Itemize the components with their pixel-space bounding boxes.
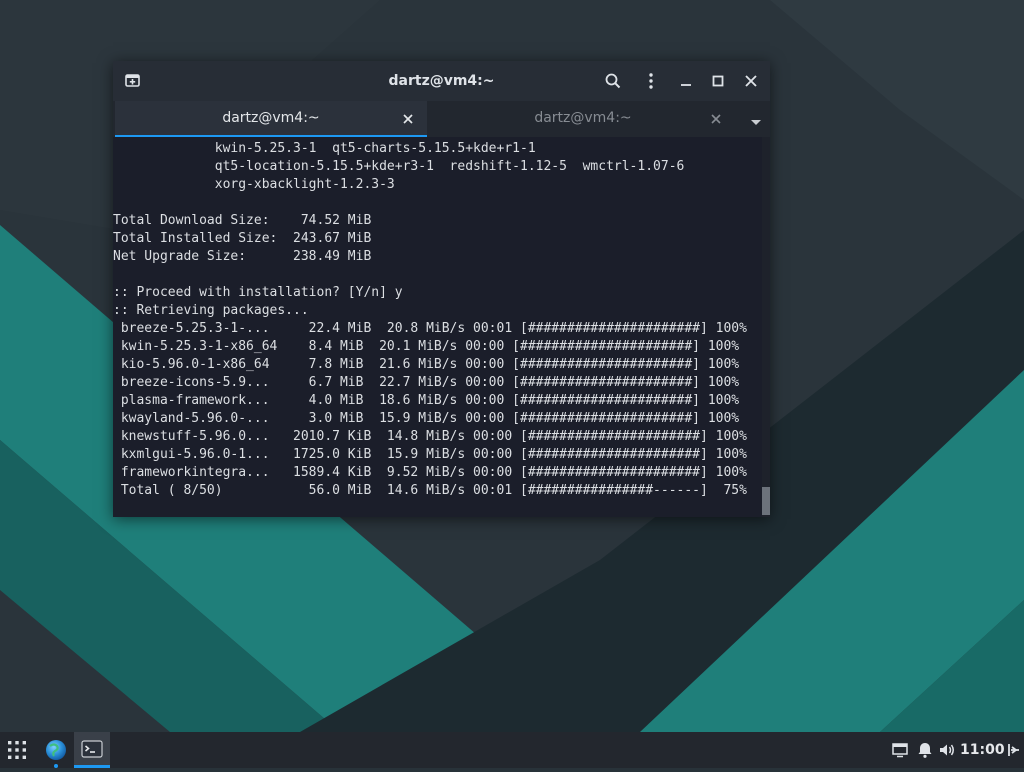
running-indicator <box>54 764 58 768</box>
tab-terminal-2[interactable]: dartz@vm4:~ <box>427 101 739 137</box>
terminal-line: kxmlgui-5.96.0-1... 1725.0 KiB 15.9 MiB/… <box>113 447 747 462</box>
terminal-line: Total ( 8/50) 56.0 MiB 14.6 MiB/s 00:01 … <box>113 483 747 498</box>
terminal-line: qt5-location-5.15.5+kde+r3-1 redshift-1.… <box>113 159 685 174</box>
terminal-line: Net Upgrade Size: 238.49 MiB <box>113 249 372 264</box>
tab-close-icon[interactable] <box>709 111 723 125</box>
terminal-line: frameworkintegra... 1589.4 KiB 9.52 MiB/… <box>113 465 747 480</box>
terminal-line: knewstuff-5.96.0... 2010.7 KiB 14.8 MiB/… <box>113 429 747 444</box>
terminal-line: breeze-5.25.3-1-... 22.4 MiB 20.8 MiB/s … <box>113 321 747 336</box>
volume-icon[interactable] <box>937 740 957 760</box>
app-launcher-button[interactable] <box>0 732 36 768</box>
minimize-icon[interactable] <box>674 69 698 93</box>
taskbar <box>0 732 1024 768</box>
terminal-line: kwin-5.25.3-1-x86_64 8.4 MiB 20.1 MiB/s … <box>113 339 740 354</box>
maximize-icon[interactable] <box>706 69 730 93</box>
terminal-output[interactable]: kwin-5.25.3-1 qt5-charts-5.15.5+kde+r1-1… <box>113 137 761 517</box>
network-icon[interactable] <box>890 740 910 760</box>
close-icon[interactable] <box>739 69 763 93</box>
terminal-task[interactable] <box>74 732 110 768</box>
power-icon[interactable] <box>1003 740 1023 760</box>
tab-label: dartz@vm4:~ <box>534 110 632 126</box>
search-icon[interactable] <box>601 69 625 93</box>
terminal-line: kwin-5.25.3-1 qt5-charts-5.15.5+kde+r1-1 <box>113 141 536 156</box>
tab-list-dropdown-icon[interactable] <box>749 113 763 125</box>
tab-close-icon[interactable] <box>401 111 415 125</box>
terminal-line: xorg-xbacklight-1.2.3-3 <box>113 177 395 192</box>
terminal-line: breeze-icons-5.9... 6.7 MiB 22.7 MiB/s 0… <box>113 375 740 390</box>
terminal-text: kwin-5.25.3-1 qt5-charts-5.15.5+kde+r1-1… <box>113 137 761 500</box>
tab-bar: dartz@vm4:~ dartz@vm4:~ <box>113 101 770 137</box>
app-grid-icon <box>8 741 26 759</box>
globe-icon <box>46 740 66 760</box>
terminal-line: kwayland-5.96.0-... 3.0 MiB 15.9 MiB/s 0… <box>113 411 740 426</box>
scrollbar-thumb[interactable] <box>762 487 770 515</box>
scrollbar-track[interactable] <box>762 137 770 517</box>
terminal-icon <box>81 740 103 758</box>
menu-kebab-icon[interactable] <box>639 69 663 93</box>
terminal-line: :: Proceed with installation? [Y/n] y <box>113 285 403 300</box>
tab-terminal-1[interactable]: dartz@vm4:~ <box>115 101 427 137</box>
title-bar[interactable]: dartz@vm4:~ <box>113 61 770 101</box>
tab-label: dartz@vm4:~ <box>222 110 320 126</box>
terminal-line: :: Retrieving packages... <box>113 303 309 318</box>
terminal-line: plasma-framework... 4.0 MiB 18.6 MiB/s 0… <box>113 393 740 408</box>
terminal-line: Total Download Size: 74.52 MiB <box>113 213 372 228</box>
terminal-line: Total Installed Size: 243.67 MiB <box>113 231 372 246</box>
window-title: dartz@vm4:~ <box>388 73 495 89</box>
notifications-icon[interactable] <box>915 740 935 760</box>
terminal-window[interactable]: dartz@vm4:~ dartz@vm4:~ dartz@vm4:~ kwin… <box>113 61 770 517</box>
terminal-line: kio-5.96.0-1-x86_64 7.8 MiB 21.6 MiB/s 0… <box>113 357 740 372</box>
web-browser-task[interactable] <box>38 732 74 768</box>
clock[interactable]: 11:00 <box>960 732 1005 768</box>
